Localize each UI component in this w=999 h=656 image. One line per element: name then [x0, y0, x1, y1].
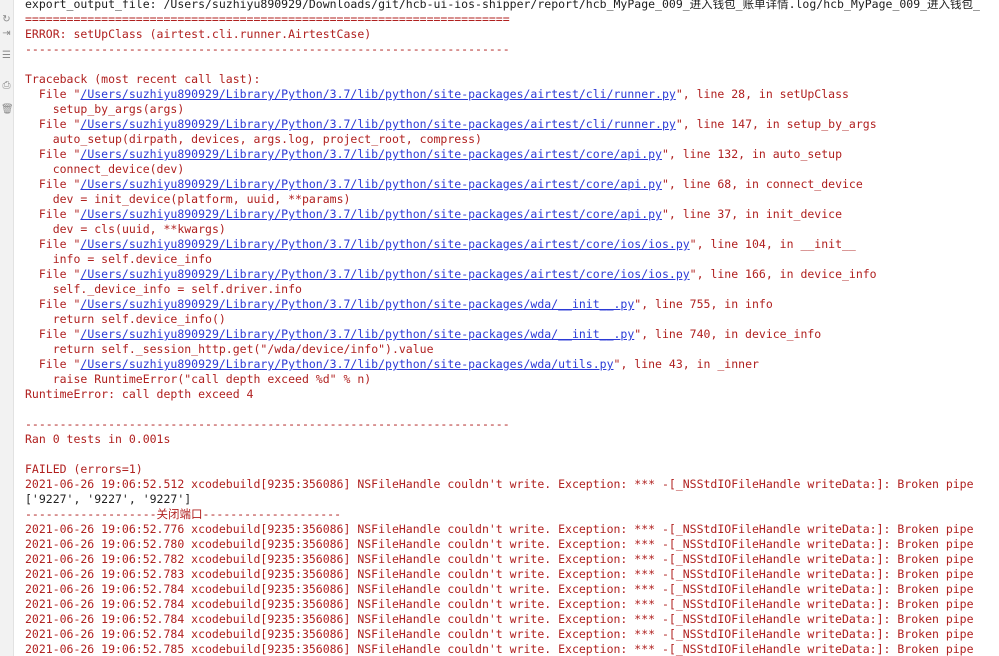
frame-prefix: File "	[25, 237, 81, 251]
close-port-line: -------------------关闭端口-----------------…	[25, 507, 342, 521]
file-path-link[interactable]: /Users/suzhiyu890929/Library/Python/3.7/…	[80, 297, 634, 311]
file-path-link[interactable]: /Users/suzhiyu890929/Library/Python/3.7/…	[80, 327, 634, 341]
nsfilehandle-line: 2021-06-26 19:06:52.512 xcodebuild[9235:…	[25, 477, 974, 491]
traceback-frame: File "/Users/suzhiyu890929/Library/Pytho…	[25, 327, 821, 342]
frame-code: auto_setup(dirpath, devices, args.log, p…	[52, 132, 482, 146]
traceback-frame: File "/Users/suzhiyu890929/Library/Pytho…	[25, 207, 842, 222]
frame-location: ", line 68, in connect_device	[661, 177, 863, 191]
nsfilehandle-line: 2021-06-26 19:06:52.776 xcodebuild[9235:…	[25, 522, 974, 536]
frame-location: ", line 28, in setUpClass	[675, 87, 849, 101]
file-path-link[interactable]: /Users/suzhiyu890929/Library/Python/3.7/…	[80, 207, 662, 221]
rerun-icon[interactable]: ↻	[1, 14, 12, 25]
file-path-link[interactable]: /Users/suzhiyu890929/Library/Python/3.7/…	[80, 117, 675, 131]
frame-code: return self._session_http.get("/wda/devi…	[52, 342, 434, 356]
ran-tests-line: Ran 0 tests in 0.001s	[25, 432, 171, 446]
nsfilehandle-line: 2021-06-26 19:06:52.784 xcodebuild[9235:…	[25, 597, 974, 611]
nsfilehandle-line: 2021-06-26 19:06:52.784 xcodebuild[9235:…	[25, 612, 974, 626]
nsfilehandle-line: 2021-06-26 19:06:52.784 xcodebuild[9235:…	[25, 582, 974, 596]
frame-prefix: File "	[25, 327, 81, 341]
frame-code: setup_by_args(args)	[52, 102, 185, 116]
frame-location: ", line 755, in info	[634, 297, 773, 311]
frame-location: ", line 740, in device_info	[634, 327, 822, 341]
error-header: ERROR: setUpClass (airtest.cli.runner.Ai…	[25, 27, 372, 41]
separator-single: ----------------------------------------…	[25, 42, 510, 56]
traceback-frame: File "/Users/suzhiyu890929/Library/Pytho…	[25, 297, 773, 312]
frame-code: raise RuntimeError("call depth exceed %d…	[52, 372, 372, 386]
frame-location: ", line 166, in device_info	[689, 267, 877, 281]
frame-code: connect_device(dev)	[52, 162, 185, 176]
traceback-frame: File "/Users/suzhiyu890929/Library/Pytho…	[25, 357, 759, 372]
traceback-frame: File "/Users/suzhiyu890929/Library/Pytho…	[25, 177, 863, 192]
nsfilehandle-line: 2021-06-26 19:06:52.783 xcodebuild[9235:…	[25, 567, 974, 581]
traceback-frame: File "/Users/suzhiyu890929/Library/Pytho…	[25, 117, 877, 132]
nsfilehandle-line: 2021-06-26 19:06:52.785 xcodebuild[9235:…	[25, 642, 974, 656]
frame-code: self._device_info = self.driver.info	[52, 282, 302, 296]
file-path-link[interactable]: /Users/suzhiyu890929/Library/Python/3.7/…	[80, 237, 689, 251]
frame-prefix: File "	[25, 297, 81, 311]
traceback-frame: File "/Users/suzhiyu890929/Library/Pytho…	[25, 147, 842, 162]
file-path-link[interactable]: /Users/suzhiyu890929/Library/Python/3.7/…	[80, 147, 662, 161]
traceback-frame: File "/Users/suzhiyu890929/Library/Pytho…	[25, 267, 877, 282]
console-toolbar: ↻ ⇥ ☰ ⎙ 🗑	[0, 0, 14, 656]
file-path-link[interactable]: /Users/suzhiyu890929/Library/Python/3.7/…	[80, 87, 675, 101]
frame-code: info = self.device_info	[52, 252, 212, 266]
frame-prefix: File "	[25, 87, 81, 101]
run-console-output[interactable]: export_output_file: /Users/suzhiyu890929…	[25, 0, 999, 656]
traceback-frame: File "/Users/suzhiyu890929/Library/Pytho…	[25, 87, 849, 102]
frame-prefix: File "	[25, 147, 81, 161]
frame-prefix: File "	[25, 207, 81, 221]
frame-location: ", line 37, in init_device	[661, 207, 842, 221]
frame-code: dev = init_device(platform, uuid, **para…	[52, 192, 351, 206]
frame-code: dev = cls(uuid, **kwargs)	[52, 222, 226, 236]
separator-double: ========================================…	[25, 12, 510, 26]
frame-code: return self.device_info()	[52, 312, 226, 326]
settings-icon[interactable]: ☰	[1, 50, 12, 61]
nsfilehandle-line: 2021-06-26 19:06:52.784 xcodebuild[9235:…	[25, 627, 974, 641]
frame-location: ", line 147, in setup_by_args	[675, 117, 877, 131]
file-path-link[interactable]: /Users/suzhiyu890929/Library/Python/3.7/…	[80, 267, 689, 281]
file-path-link[interactable]: /Users/suzhiyu890929/Library/Python/3.7/…	[80, 357, 613, 371]
frame-location: ", line 43, in _inner	[613, 357, 759, 371]
frame-location: ", line 104, in __init__	[689, 237, 856, 251]
ports-line: ['9227', '9227', '9227']	[25, 492, 192, 506]
runtime-error-line: RuntimeError: call depth exceed 4	[25, 387, 254, 401]
separator-single-2: ----------------------------------------…	[25, 417, 510, 431]
clear-all-icon[interactable]: 🗑	[1, 104, 14, 115]
failed-line: FAILED (errors=1)	[25, 462, 143, 476]
frame-prefix: File "	[25, 117, 81, 131]
soft-wrap-icon[interactable]: ⇥	[1, 28, 12, 39]
frame-prefix: File "	[25, 267, 81, 281]
traceback-frame: File "/Users/suzhiyu890929/Library/Pytho…	[25, 237, 856, 252]
export-output-line: export_output_file: /Users/suzhiyu890929…	[25, 0, 980, 11]
print-icon[interactable]: ⎙	[1, 80, 12, 91]
nsfilehandle-line: 2021-06-26 19:06:52.780 xcodebuild[9235:…	[25, 537, 974, 551]
frame-prefix: File "	[25, 177, 81, 191]
frame-location: ", line 132, in auto_setup	[661, 147, 842, 161]
nsfilehandle-line: 2021-06-26 19:06:52.782 xcodebuild[9235:…	[25, 552, 974, 566]
frame-prefix: File "	[25, 357, 81, 371]
file-path-link[interactable]: /Users/suzhiyu890929/Library/Python/3.7/…	[80, 177, 662, 191]
traceback-header: Traceback (most recent call last):	[25, 72, 261, 86]
